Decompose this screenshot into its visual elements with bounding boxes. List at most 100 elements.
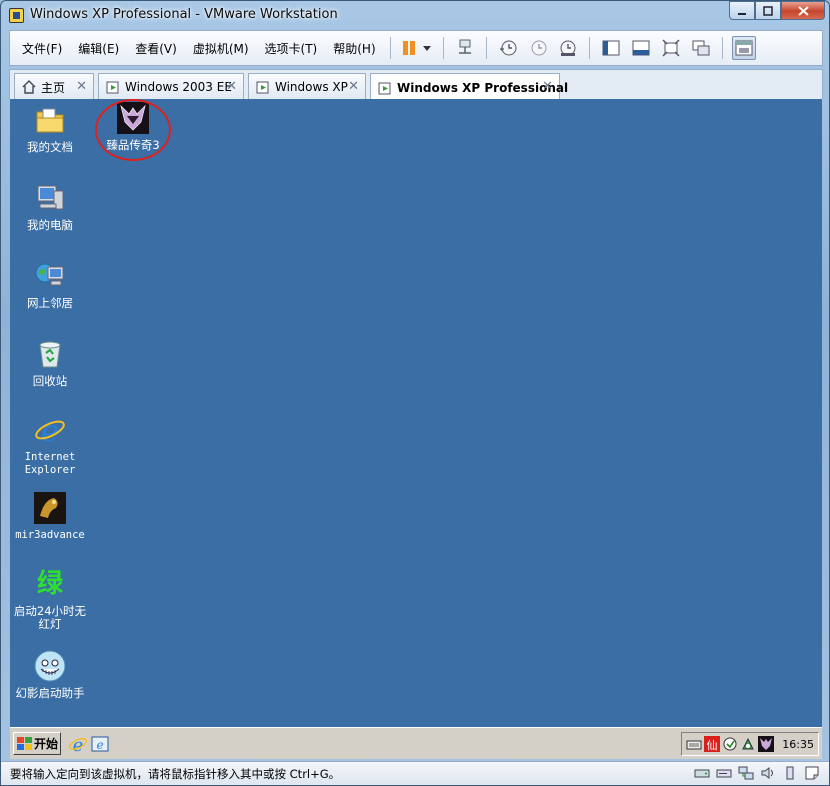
network-places-icon <box>33 259 67 293</box>
keyboard-tray-icon[interactable] <box>686 736 702 752</box>
menu-toolbar: 文件(F) 编辑(E) 查看(V) 虚拟机(M) 选项卡(T) 帮助(H) <box>9 30 823 66</box>
close-icon <box>797 5 809 16</box>
desktop-icon-label: Internet Explorer <box>24 451 76 476</box>
desktop-icon-green-launcher[interactable]: 绿 启动24小时无红灯 <box>10 567 90 631</box>
tab-windows-xp-professional[interactable]: Windows XP Professional ✕ <box>370 73 568 101</box>
show-thumbnails-button[interactable] <box>629 36 653 60</box>
snapshot-manager-icon <box>560 40 576 56</box>
security-tray-icon[interactable] <box>722 736 738 752</box>
menu-tabs[interactable]: 选项卡(T) <box>257 40 326 57</box>
vmware-window: Windows XP Professional - VMware Worksta… <box>0 0 830 786</box>
desktop-icon-recycle-bin[interactable]: 回收站 <box>10 337 90 388</box>
recycle-bin-icon <box>33 337 67 371</box>
green-char-icon: 绿 <box>33 567 67 601</box>
close-button[interactable] <box>781 1 825 20</box>
snapshot-button[interactable] <box>496 36 520 60</box>
desktop-icon-label: 回收站 <box>32 374 68 388</box>
toolbar-separator <box>389 37 391 59</box>
svg-text:e: e <box>73 735 84 754</box>
menu-view[interactable]: 查看(V) <box>127 40 185 57</box>
clock: 16:35 <box>782 737 814 751</box>
console-view-icon <box>735 40 753 56</box>
cd-drive-icon[interactable] <box>715 765 733 781</box>
console-view-button[interactable] <box>731 36 756 60</box>
status-message: 要将输入定向到该虚拟机，请将鼠标指针移入其中或按 Ctrl+G。 <box>10 767 341 781</box>
full-screen-button[interactable] <box>659 36 683 60</box>
vmware-app-icon <box>9 8 24 23</box>
maximize-button[interactable] <box>755 1 781 20</box>
revert-snapshot-button[interactable] <box>526 36 550 60</box>
vmware-tools-tray-icon[interactable] <box>740 736 756 752</box>
menu-vm[interactable]: 虚拟机(M) <box>185 40 257 57</box>
toolbar-separator <box>588 37 590 59</box>
quick-launch-ie-icon[interactable]: e <box>68 734 88 754</box>
minimize-icon <box>738 12 746 15</box>
svg-text:仙: 仙 <box>707 739 718 752</box>
internet-explorer-icon: e <box>33 413 67 447</box>
show-sidebar-button[interactable] <box>599 36 623 60</box>
sound-card-icon[interactable] <box>759 765 777 781</box>
toolbar-separator <box>442 37 444 59</box>
svg-text:e: e <box>96 738 103 752</box>
mir3advance-icon <box>33 491 67 525</box>
tab-bar: 主页 ✕ Windows 2003 EE ✕ Windows XP ✕ Wind… <box>9 69 823 101</box>
close-tab-icon[interactable]: ✕ <box>348 79 359 94</box>
sidebar-toggle-icon <box>602 40 620 56</box>
pause-icon <box>402 41 431 55</box>
pause-button[interactable] <box>400 36 434 60</box>
snapshot-manager-button[interactable] <box>556 36 580 60</box>
minimize-button[interactable] <box>729 1 755 20</box>
maximize-icon <box>763 5 773 16</box>
start-label: 开始 <box>34 737 59 751</box>
my-documents-icon <box>33 103 67 137</box>
title-bar[interactable]: Windows XP Professional - VMware Worksta… <box>1 1 829 29</box>
start-button[interactable]: 开始 <box>13 732 61 755</box>
desktop-icon-mir3advance[interactable]: mir3advance <box>10 491 90 542</box>
guest-taskbar: 开始 e e 仙 16:35 <box>10 727 822 759</box>
desktop-icon-label: mir3advance <box>15 529 85 541</box>
close-tab-icon[interactable]: ✕ <box>226 79 237 94</box>
green-char-glyph: 绿 <box>36 568 63 599</box>
thumbnail-bar-icon <box>632 40 650 56</box>
vm-display[interactable]: 我的文档 我的电脑 网上邻居 回收站 e Internet Explorer m… <box>10 99 822 727</box>
unity-button[interactable] <box>689 36 713 60</box>
menu-edit[interactable]: 编辑(E) <box>70 40 127 57</box>
tab-label: Windows XP <box>275 80 348 94</box>
full-screen-icon <box>662 39 680 57</box>
menu-help[interactable]: 帮助(H) <box>325 40 383 57</box>
network-send-icon <box>458 39 471 54</box>
desktop-icon-label: 网上邻居 <box>27 296 73 310</box>
snapshot-clock-icon <box>499 40 517 56</box>
menu-file[interactable]: 文件(F) <box>14 40 70 57</box>
desktop-icon-label: 启动24小时无红灯 <box>13 604 87 631</box>
system-tray: 仙 16:35 <box>681 732 819 756</box>
tab-windows-2003-ee[interactable]: Windows 2003 EE ✕ <box>98 73 244 100</box>
status-bar: 要将输入定向到该虚拟机，请将鼠标指针移入其中或按 Ctrl+G。 <box>1 761 829 785</box>
chinese-ime-tray-icon[interactable]: 仙 <box>704 736 721 752</box>
message-log-icon[interactable] <box>803 765 821 781</box>
close-tab-icon[interactable]: ✕ <box>76 79 87 94</box>
unity-windows-icon <box>692 40 710 56</box>
revert-clock-icon <box>531 40 547 56</box>
tab-label: 主页 <box>41 80 66 95</box>
tab-windows-xp[interactable]: Windows XP ✕ <box>248 73 366 100</box>
desktop-icon-my-documents[interactable]: 我的文档 <box>10 103 90 154</box>
vm-icon <box>106 81 119 94</box>
vm-icon <box>256 81 269 94</box>
vm-icon <box>378 82 391 94</box>
quick-launch-show-desktop-icon[interactable]: e <box>90 734 110 754</box>
close-tab-icon[interactable]: ✕ <box>542 79 553 94</box>
desktop-icon-network-places[interactable]: 网上邻居 <box>10 259 90 310</box>
desktop-icon-internet-explorer[interactable]: e Internet Explorer <box>10 413 90 477</box>
home-icon <box>22 80 36 94</box>
hard-disk-icon[interactable] <box>693 765 711 781</box>
desktop-icon-label: 我的电脑 <box>27 218 73 232</box>
network-adapter-icon[interactable] <box>737 765 755 781</box>
device-status-icons <box>693 765 821 781</box>
desktop-icon-my-computer[interactable]: 我的电脑 <box>10 181 90 232</box>
desktop-icon-phantom-launcher[interactable]: 幻影启动助手 <box>10 649 90 700</box>
usb-device-icon[interactable] <box>781 765 799 781</box>
game-tray-icon[interactable] <box>758 736 775 752</box>
send-ctrl-alt-del-button[interactable] <box>453 36 477 60</box>
tab-home[interactable]: 主页 ✕ <box>14 73 94 100</box>
